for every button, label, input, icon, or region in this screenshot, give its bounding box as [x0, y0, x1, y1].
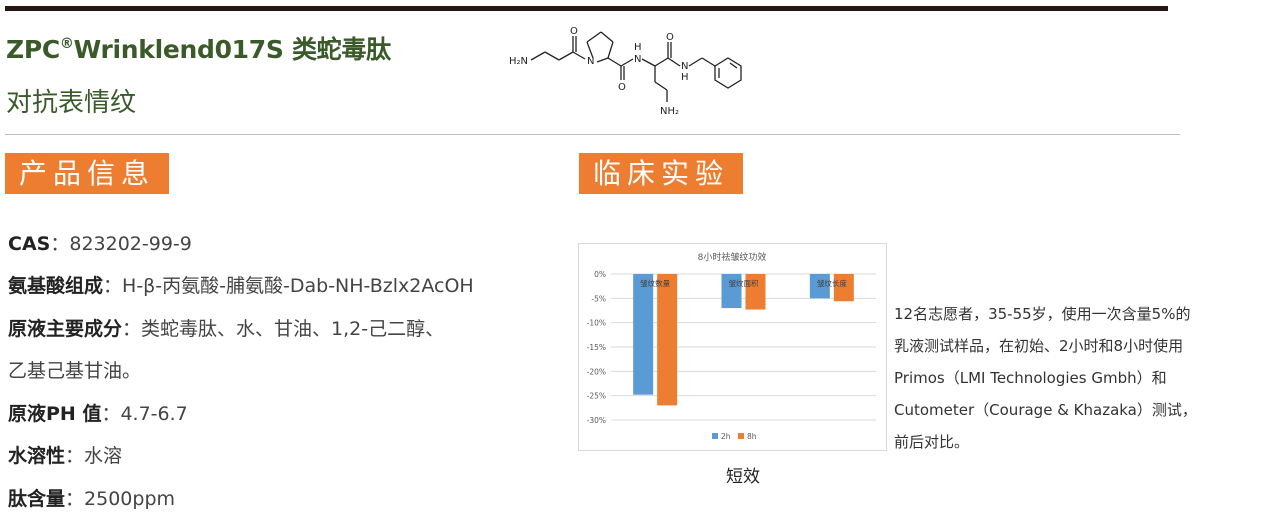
y-tick-label: -15% — [587, 343, 606, 352]
y-tick-label: -25% — [587, 392, 606, 401]
header-divider — [5, 134, 1180, 135]
y-tick-label: -20% — [587, 367, 606, 376]
clinical-description: 12名志愿者，35-55岁，使用一次含量5%的乳液测试样品，在初始、2小时和8小… — [894, 305, 1197, 451]
y-tick-label: -10% — [587, 319, 606, 328]
y-tick-label: -5% — [591, 294, 606, 303]
mol-label-o2: O — [618, 82, 626, 93]
chart-title: 8小时祛皱纹功效 — [698, 251, 767, 263]
mol-label-n2: N — [634, 54, 641, 65]
y-tick-label: 0% — [594, 270, 606, 279]
info-row-amino-acids: 氨基酸组成：H-β-丙氨酸-脯氨酸-Dab-NH-Bzlx2AcOH — [8, 275, 474, 297]
info-row-solubility: 水溶性：水溶 — [8, 445, 123, 467]
mol-label-h1: H — [634, 42, 642, 53]
chart-bar — [657, 274, 678, 406]
info-row-ph: 原液PH 值：4.7-6.7 — [8, 403, 188, 425]
chart-caption: 短效 — [726, 467, 760, 487]
mol-label-o1: O — [570, 26, 578, 37]
section-badge-clinical: 临床实验 — [579, 153, 744, 194]
top-rule — [5, 6, 1168, 11]
info-row-ingredients-cont: 乙基己基甘油。 — [8, 360, 142, 382]
molecule-structure-diagram: H₂N O N O H N O N H NH₂ — [509, 26, 742, 117]
mol-label-n3: N — [681, 61, 688, 72]
mol-label-o3: O — [666, 32, 674, 43]
mol-label-n1: N — [587, 56, 594, 67]
info-row-cas: CAS：823202-99-9 — [8, 233, 192, 255]
mol-label-nh2: NH₂ — [660, 106, 679, 117]
legend-label: 8h — [747, 432, 757, 441]
category-label: 皱纹数量 — [640, 278, 670, 288]
product-subtitle: 对抗表情纹 — [6, 88, 137, 118]
category-label: 皱纹长度 — [817, 278, 847, 288]
mol-label-h2n: H₂N — [509, 56, 528, 67]
section-badge-product-info: 产品信息 — [5, 153, 170, 194]
chart-bar — [633, 274, 654, 395]
mol-label-h2: H — [681, 72, 689, 83]
info-row-ingredients: 原液主要成分：类蛇毒肽、水、甘油、1,2-己二醇、 — [8, 318, 445, 340]
legend-swatch — [712, 433, 718, 439]
y-tick-label: -30% — [587, 416, 606, 425]
product-title: ZPC®Wrinklend017S 类蛇毒肽 — [6, 35, 391, 64]
legend-swatch — [738, 433, 744, 439]
category-label: 皱纹面积 — [729, 278, 759, 288]
efficacy-chart: 8小时祛皱纹功效 0% -5% -10% -15% -20% -25% -30% 皱纹数量 皱纹面… — [578, 243, 887, 451]
efficacy-chart-svg: 8小时祛皱纹功效 0% -5% -10% -15% -20% -25% -30% 皱纹数量 皱纹面… — [587, 251, 876, 441]
info-row-peptide-content: 肽含量：2500ppm — [8, 488, 176, 510]
legend-label: 2h — [721, 432, 731, 441]
